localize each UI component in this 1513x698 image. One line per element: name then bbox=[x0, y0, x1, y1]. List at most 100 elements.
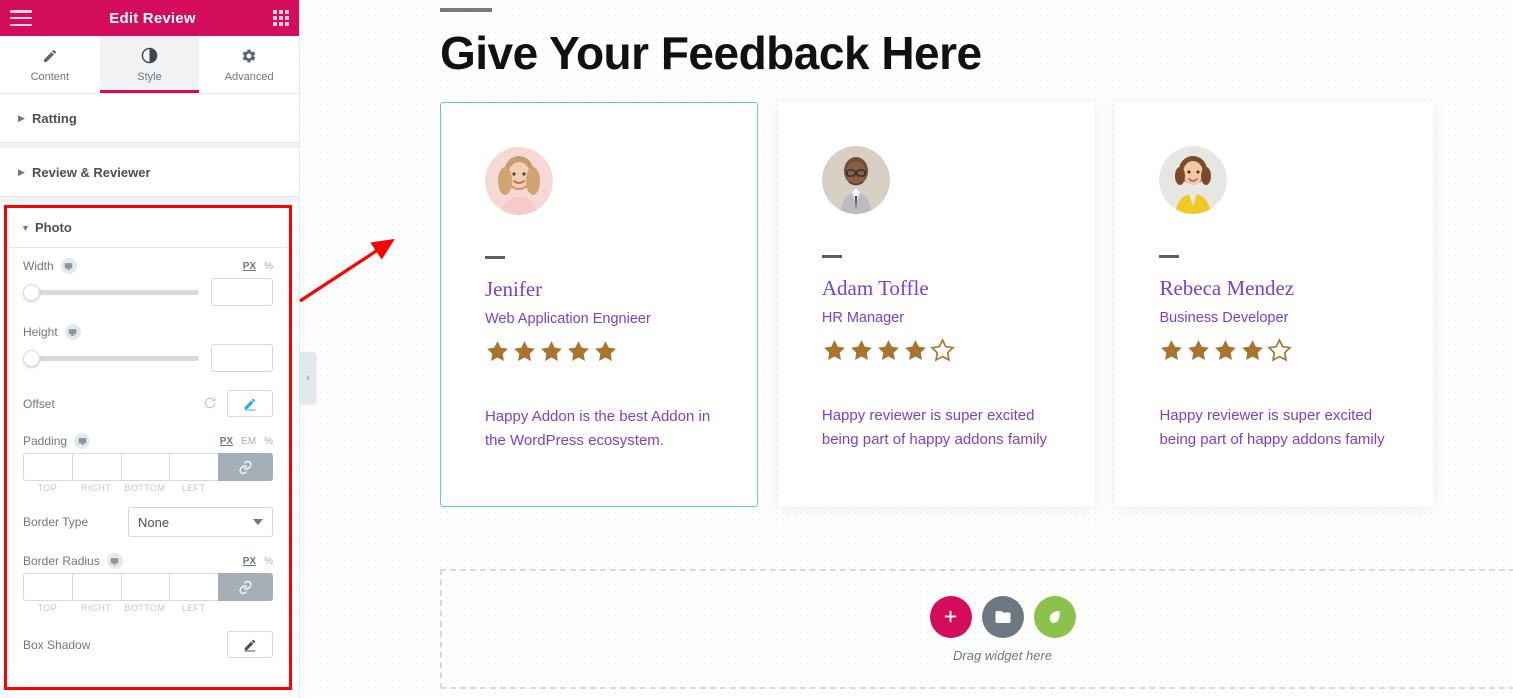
panel-header: Edit Review bbox=[0, 0, 299, 36]
photo-controls: Width PX % Height Offset Padding PX EM %… bbox=[7, 248, 289, 658]
offset-label: Offset bbox=[23, 396, 55, 411]
unit-px[interactable]: PX bbox=[220, 436, 233, 447]
padding-top-input[interactable] bbox=[23, 453, 72, 481]
padding-inputs bbox=[23, 453, 273, 481]
contrast-circle-icon bbox=[141, 47, 158, 65]
unit-percent[interactable]: % bbox=[264, 556, 273, 567]
tab-advanced-label: Advanced bbox=[224, 70, 274, 83]
card-accent-dash bbox=[821, 255, 842, 258]
padding-side-labels: TOP RIGHT BOTTOM LEFT bbox=[23, 483, 273, 493]
review-card-3[interactable]: Rebeca Mendez Business Developer Happy r… bbox=[1115, 102, 1433, 507]
review-cards-container: Jenifer Web Application Engnieer Happy A… bbox=[440, 102, 1433, 507]
padding-right-label: RIGHT bbox=[81, 483, 112, 493]
border-radius-bottom-input[interactable] bbox=[120, 573, 170, 601]
add-widget-button[interactable] bbox=[929, 595, 972, 638]
offset-edit-button[interactable] bbox=[227, 390, 273, 417]
review-card-2[interactable]: Adam Toffle HR Manager Happy reviewer is… bbox=[777, 102, 1096, 507]
editor-root: Edit Review Content Style Advanced ▶ Rat… bbox=[0, 0, 1513, 698]
star-filled-icon bbox=[487, 341, 508, 361]
rating-stars bbox=[1159, 338, 1391, 363]
padding-link-chain-icon[interactable] bbox=[218, 453, 273, 481]
panel-collapse-handle[interactable]: ‹ bbox=[300, 352, 316, 404]
border-type-value: None bbox=[138, 514, 170, 530]
box-shadow-edit-button[interactable] bbox=[227, 631, 273, 658]
add-template-button[interactable] bbox=[981, 595, 1024, 638]
review-card-1[interactable]: Jenifer Web Application Engnieer Happy A… bbox=[440, 102, 758, 507]
star-filled-icon bbox=[514, 341, 535, 361]
border-radius-inputs bbox=[23, 573, 273, 601]
folder-icon bbox=[995, 610, 1010, 623]
tab-content[interactable]: Content bbox=[0, 36, 100, 93]
grid-apps-icon[interactable] bbox=[273, 10, 289, 26]
border-radius-link-chain-icon[interactable] bbox=[218, 573, 273, 601]
responsive-device-icon[interactable] bbox=[60, 258, 77, 274]
padding-left-input[interactable] bbox=[169, 453, 218, 481]
slider-knob[interactable] bbox=[23, 283, 40, 301]
avatar bbox=[821, 146, 890, 214]
section-photo-label: Photo bbox=[35, 220, 72, 235]
star-filled-icon bbox=[1188, 340, 1210, 360]
border-radius-left-input[interactable] bbox=[169, 573, 218, 601]
avatar bbox=[485, 147, 553, 215]
reviewer-role: Business Developer bbox=[1159, 310, 1289, 326]
panel-tabs: Content Style Advanced bbox=[0, 36, 299, 94]
unit-percent[interactable]: % bbox=[264, 261, 273, 272]
responsive-device-icon[interactable] bbox=[74, 433, 91, 449]
reviewer-name: Adam Toffle bbox=[821, 276, 929, 300]
chevron-right-icon: ▶ bbox=[18, 166, 25, 177]
dropzone-buttons bbox=[929, 595, 1076, 638]
border-radius-bottom-label: BOTTOM bbox=[124, 603, 166, 613]
star-filled-icon bbox=[823, 340, 845, 360]
reset-icon[interactable] bbox=[203, 396, 217, 412]
happy-addons-button[interactable] bbox=[1033, 595, 1076, 638]
panel-title: Edit Review bbox=[109, 9, 196, 27]
slider-knob[interactable] bbox=[23, 349, 40, 367]
star-outline-icon bbox=[1267, 338, 1293, 362]
reviewer-role: Web Application Engnieer bbox=[485, 311, 651, 327]
leaf-icon bbox=[1049, 610, 1060, 623]
height-input[interactable] bbox=[211, 344, 273, 372]
padding-right-input[interactable] bbox=[71, 453, 121, 481]
border-radius-control-row: Border Radius PX % bbox=[23, 553, 273, 569]
unit-em[interactable]: EM bbox=[241, 436, 256, 447]
pencil-icon bbox=[42, 47, 58, 65]
unit-px[interactable]: PX bbox=[243, 261, 256, 272]
width-slider[interactable] bbox=[23, 283, 199, 301]
border-radius-right-label: RIGHT bbox=[81, 603, 112, 613]
review-text: Happy reviewer is super excited being pa… bbox=[821, 407, 1048, 448]
border-radius-top-label: TOP bbox=[37, 603, 58, 613]
heading-accent-dash bbox=[440, 8, 492, 12]
hamburger-icon[interactable] bbox=[10, 10, 32, 26]
section-photo-header[interactable]: ▼ Photo bbox=[7, 208, 289, 248]
border-radius-right-input[interactable] bbox=[71, 573, 121, 601]
height-label-group: Height bbox=[23, 324, 81, 340]
padding-control-row: Padding PX EM % bbox=[23, 433, 273, 449]
section-review-reviewer-label: Review & Reviewer bbox=[32, 164, 151, 180]
padding-bottom-input[interactable] bbox=[120, 453, 170, 481]
tab-advanced[interactable]: Advanced bbox=[199, 36, 299, 93]
width-input[interactable] bbox=[211, 278, 273, 306]
responsive-device-icon[interactable] bbox=[106, 553, 123, 569]
unit-percent[interactable]: % bbox=[264, 436, 273, 447]
slider-track bbox=[23, 355, 199, 361]
pencil-edit-icon bbox=[244, 639, 256, 651]
border-radius-side-labels: TOP RIGHT BOTTOM LEFT bbox=[23, 603, 273, 613]
height-slider[interactable] bbox=[23, 349, 199, 367]
border-radius-left-label: LEFT bbox=[181, 603, 206, 613]
star-outline-icon bbox=[930, 338, 955, 362]
border-type-select[interactable]: None bbox=[128, 507, 273, 537]
chevron-left-icon: ‹ bbox=[306, 372, 310, 384]
section-ratting[interactable]: ▶ Ratting bbox=[0, 94, 299, 143]
plus-icon bbox=[944, 610, 957, 623]
rating-stars bbox=[485, 339, 715, 364]
border-radius-top-input[interactable] bbox=[23, 573, 72, 601]
review-text: Happy reviewer is super excited being pa… bbox=[1159, 407, 1385, 448]
unit-px[interactable]: PX bbox=[243, 556, 256, 567]
responsive-device-icon[interactable] bbox=[64, 324, 81, 340]
section-review-reviewer[interactable]: ▶ Review & Reviewer bbox=[0, 148, 299, 197]
width-label-group: Width bbox=[23, 258, 77, 274]
widget-dropzone[interactable]: Drag widget here bbox=[440, 569, 1513, 689]
star-filled-icon bbox=[1161, 340, 1183, 360]
tab-style[interactable]: Style bbox=[99, 36, 200, 93]
padding-top-label: TOP bbox=[37, 483, 58, 493]
